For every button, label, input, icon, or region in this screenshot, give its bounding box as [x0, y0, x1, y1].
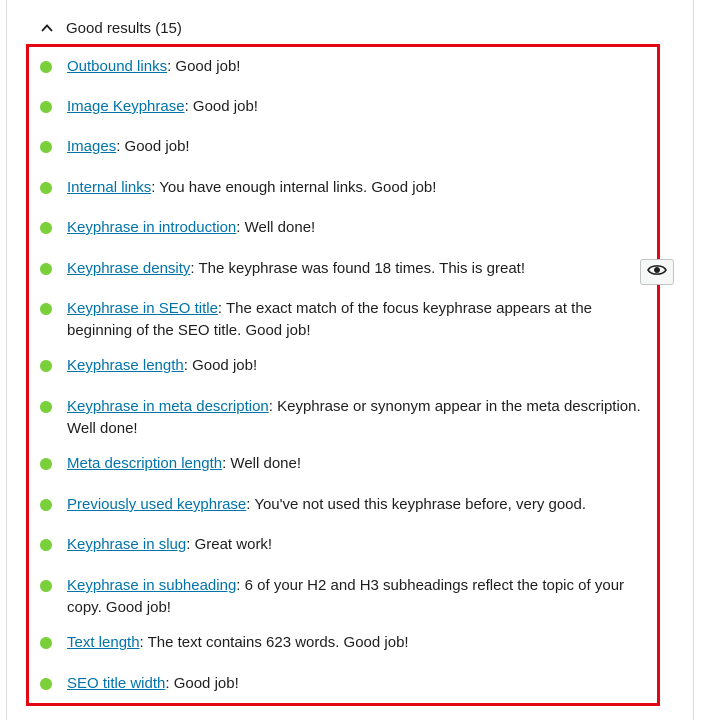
result-text: Meta description length: Well done!: [67, 453, 658, 475]
result-link[interactable]: Image Keyphrase: [67, 98, 185, 115]
result-message: : Great work!: [186, 536, 273, 553]
result-item: Outbound links: Good job!: [38, 56, 658, 78]
result-message: : Well done!: [236, 219, 316, 236]
result-link[interactable]: SEO title width: [67, 675, 165, 692]
result-link[interactable]: Keyphrase density: [67, 260, 190, 277]
result-item: SEO title width: Good job!: [38, 673, 658, 695]
eye-button[interactable]: [640, 259, 674, 285]
good-results-toggle[interactable]: Good results (15): [40, 14, 182, 42]
good-result-bullet-icon: [40, 61, 52, 73]
result-link[interactable]: Outbound links: [67, 58, 167, 75]
result-item: Previously used keyphrase: You've not us…: [38, 494, 658, 516]
result-text: Keyphrase length: Good job!: [67, 355, 658, 377]
good-result-bullet-icon: [40, 101, 52, 113]
result-link[interactable]: Internal links: [67, 179, 151, 196]
good-result-bullet-icon: [40, 360, 52, 372]
result-message: : The keyphrase was found 18 times. This…: [190, 260, 526, 277]
result-item: Keyphrase in introduction: Well done!: [38, 217, 658, 239]
result-text: SEO title width: Good job!: [67, 673, 658, 695]
result-text: Keyphrase in introduction: Well done!: [67, 217, 658, 239]
result-link[interactable]: Images: [67, 138, 116, 155]
result-link[interactable]: Keyphrase in subheading: [67, 577, 236, 594]
good-result-bullet-icon: [40, 263, 52, 275]
result-item: Keyphrase length: Good job!: [38, 355, 658, 377]
result-link[interactable]: Text length: [67, 634, 140, 651]
good-result-bullet-icon: [40, 303, 52, 315]
good-result-bullet-icon: [40, 637, 52, 649]
result-item: Image Keyphrase: Good job!: [38, 96, 658, 118]
result-link[interactable]: Keyphrase in introduction: [67, 219, 236, 236]
result-text: Keyphrase in subheading: 6 of your H2 an…: [67, 575, 658, 619]
result-message: : Good job!: [183, 357, 258, 374]
result-message: : You've not used this keyphrase before,…: [246, 496, 587, 513]
result-item: Internal links: You have enough internal…: [38, 177, 658, 199]
result-link[interactable]: Meta description length: [67, 455, 222, 472]
result-text: Text length: The text contains 623 words…: [67, 632, 658, 654]
result-link[interactable]: Previously used keyphrase: [67, 496, 246, 513]
good-result-bullet-icon: [40, 539, 52, 551]
result-message: : The text contains 623 words. Good job!: [139, 634, 409, 651]
result-item: Keyphrase in SEO title: The exact match …: [38, 298, 658, 342]
panel-right-border: [693, 0, 694, 720]
result-item: Keyphrase in subheading: 6 of your H2 an…: [38, 575, 658, 619]
result-message: : Well done!: [222, 455, 302, 472]
result-link[interactable]: Keyphrase in meta description: [67, 398, 269, 415]
result-message: : You have enough internal links. Good j…: [151, 179, 437, 196]
result-text: Previously used keyphrase: You've not us…: [67, 494, 658, 516]
result-text: Images: Good job!: [67, 136, 658, 158]
result-item: Keyphrase in slug: Great work!: [38, 534, 658, 556]
result-item: Meta description length: Well done!: [38, 453, 658, 475]
result-item: Keyphrase in meta description: Keyphrase…: [38, 396, 658, 440]
good-result-bullet-icon: [40, 458, 52, 470]
result-link[interactable]: Keyphrase in SEO title: [67, 300, 218, 317]
panel-left-border: [6, 0, 7, 720]
section-title: Good results (15): [66, 19, 182, 37]
result-text: Keyphrase density: The keyphrase was fou…: [67, 258, 658, 280]
result-link[interactable]: Keyphrase length: [67, 357, 184, 374]
result-item: Text length: The text contains 623 words…: [38, 632, 658, 654]
good-result-bullet-icon: [40, 678, 52, 690]
result-text: Internal links: You have enough internal…: [67, 177, 658, 199]
result-text: Image Keyphrase: Good job!: [67, 96, 658, 118]
good-result-bullet-icon: [40, 182, 52, 194]
good-result-bullet-icon: [40, 499, 52, 511]
result-text: Keyphrase in meta description: Keyphrase…: [67, 396, 658, 440]
good-result-bullet-icon: [40, 401, 52, 413]
result-link[interactable]: Keyphrase in slug: [67, 536, 186, 553]
good-result-bullet-icon: [40, 141, 52, 153]
result-text: Keyphrase in SEO title: The exact match …: [67, 298, 658, 342]
good-result-bullet-icon: [40, 222, 52, 234]
result-message: : Good job!: [116, 138, 190, 155]
result-message: : Good job!: [184, 98, 258, 115]
result-item: Images: Good job!: [38, 136, 658, 158]
result-message: : Good job!: [165, 675, 239, 692]
result-message: : Good job!: [167, 58, 241, 75]
chevron-up-icon: [40, 21, 54, 35]
good-result-bullet-icon: [40, 580, 52, 592]
result-text: Outbound links: Good job!: [67, 56, 658, 78]
result-item: Keyphrase density: The keyphrase was fou…: [38, 258, 658, 280]
eye-icon: [647, 263, 667, 282]
result-text: Keyphrase in slug: Great work!: [67, 534, 658, 556]
